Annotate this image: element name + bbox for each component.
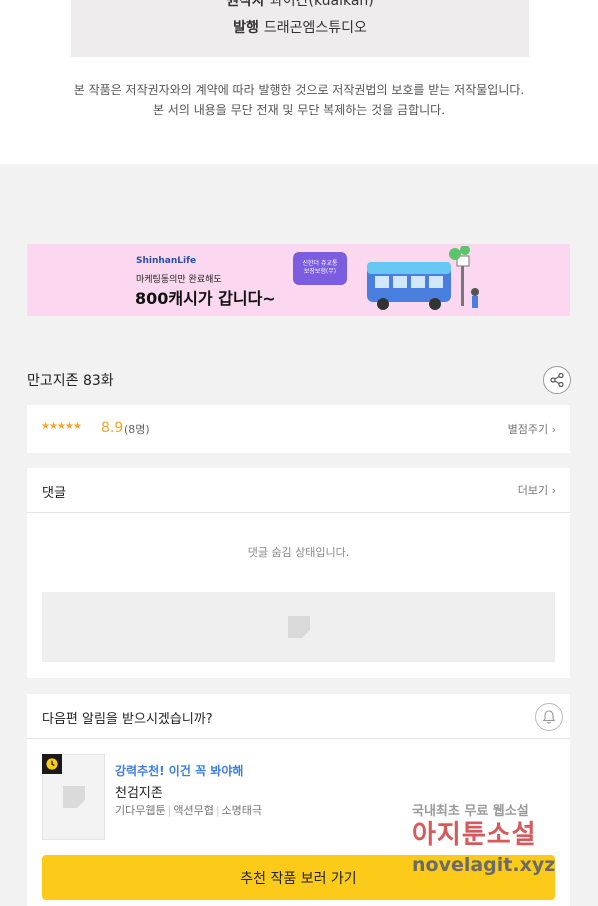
rate-button[interactable]: 별점주기 › [508, 421, 556, 437]
banner-badge: 신한더 쥬교통 보장보험(무) [293, 252, 347, 285]
share-button[interactable] [543, 366, 571, 394]
comment-section: 댓글 더보기 › 댓글 숨김 상태입니다. [27, 468, 570, 678]
image-placeholder-icon [62, 786, 85, 808]
recommend-go-button[interactable]: 추천 작품 보러 가기 [42, 855, 555, 900]
copyright-section: 원작자 콰이칸(kuaikan) 발행 드래곤엠스튜디오 본 작품은 저작권자와의 … [0, 0, 598, 164]
ad-banner[interactable]: ShinhanLife 마케팅동의만 완료해도 800캐시가 갑니다~ 신한더 … [27, 244, 570, 316]
wait-free-badge [42, 754, 62, 774]
credit-author: 원작자 콰이칸(kuaikan) [226, 0, 374, 9]
comment-hidden-notice: 댓글 숨김 상태입니다. [247, 546, 350, 559]
recommend-title[interactable]: 천검지존 [115, 782, 163, 801]
episode-title: 만고지존 83화 [27, 373, 114, 389]
bus-illustration-icon [367, 246, 479, 310]
recommend-genres: 기다무웹툰 | 액션무협 | 소명태극 [115, 804, 263, 817]
banner-brand-logo: ShinhanLife [136, 256, 197, 266]
rating-card: ★★★★★ 8.9 (8명) 별점주기 › [27, 405, 570, 453]
banner-subtitle: 마케팅동의만 완료해도 [136, 275, 222, 285]
rating-count: (8명) [124, 423, 150, 436]
ad-placeholder[interactable] [42, 592, 555, 662]
credit-publisher: 발행 드래곤엠스튜디오 [233, 20, 367, 36]
recommend-tag: 강력추천! 이건 꼭 봐야해 [115, 764, 244, 778]
comment-more-button[interactable]: 더보기 › [518, 482, 556, 498]
banner-headline: 800캐시가 갑니다~ [135, 289, 276, 308]
bell-icon [542, 710, 556, 724]
rating-stars: ★★★★★ [41, 421, 82, 432]
credits-box: 원작자 콰이칸(kuaikan) 발행 드래곤엠스튜디오 [71, 0, 529, 57]
notify-bell-button[interactable] [535, 703, 563, 731]
comment-header: 댓글 더보기 › [27, 468, 570, 513]
rating-score: 8.9 [101, 420, 124, 436]
image-placeholder-icon [287, 616, 310, 638]
comment-title: 댓글 [42, 486, 66, 501]
notify-question: 다음편 알림을 받으시겠습니까? [42, 712, 213, 727]
copyright-notice-2: 본 서의 내용을 무단 전재 및 무단 복제하는 것을 금합니다. [152, 103, 446, 117]
share-icon [550, 372, 564, 388]
notify-header: 다음편 알림을 받으시겠습니까? [27, 694, 570, 739]
copyright-notice-1: 본 작품은 저작권자와의 계약에 따라 발행한 것으로 저작권법의 보호를 받는… [73, 83, 525, 97]
clock-icon [46, 758, 58, 770]
notification-section: 다음편 알림을 받으시겠습니까? 강력추천! 이건 꼭 봐야해 천검지존 기다무… [27, 694, 570, 906]
